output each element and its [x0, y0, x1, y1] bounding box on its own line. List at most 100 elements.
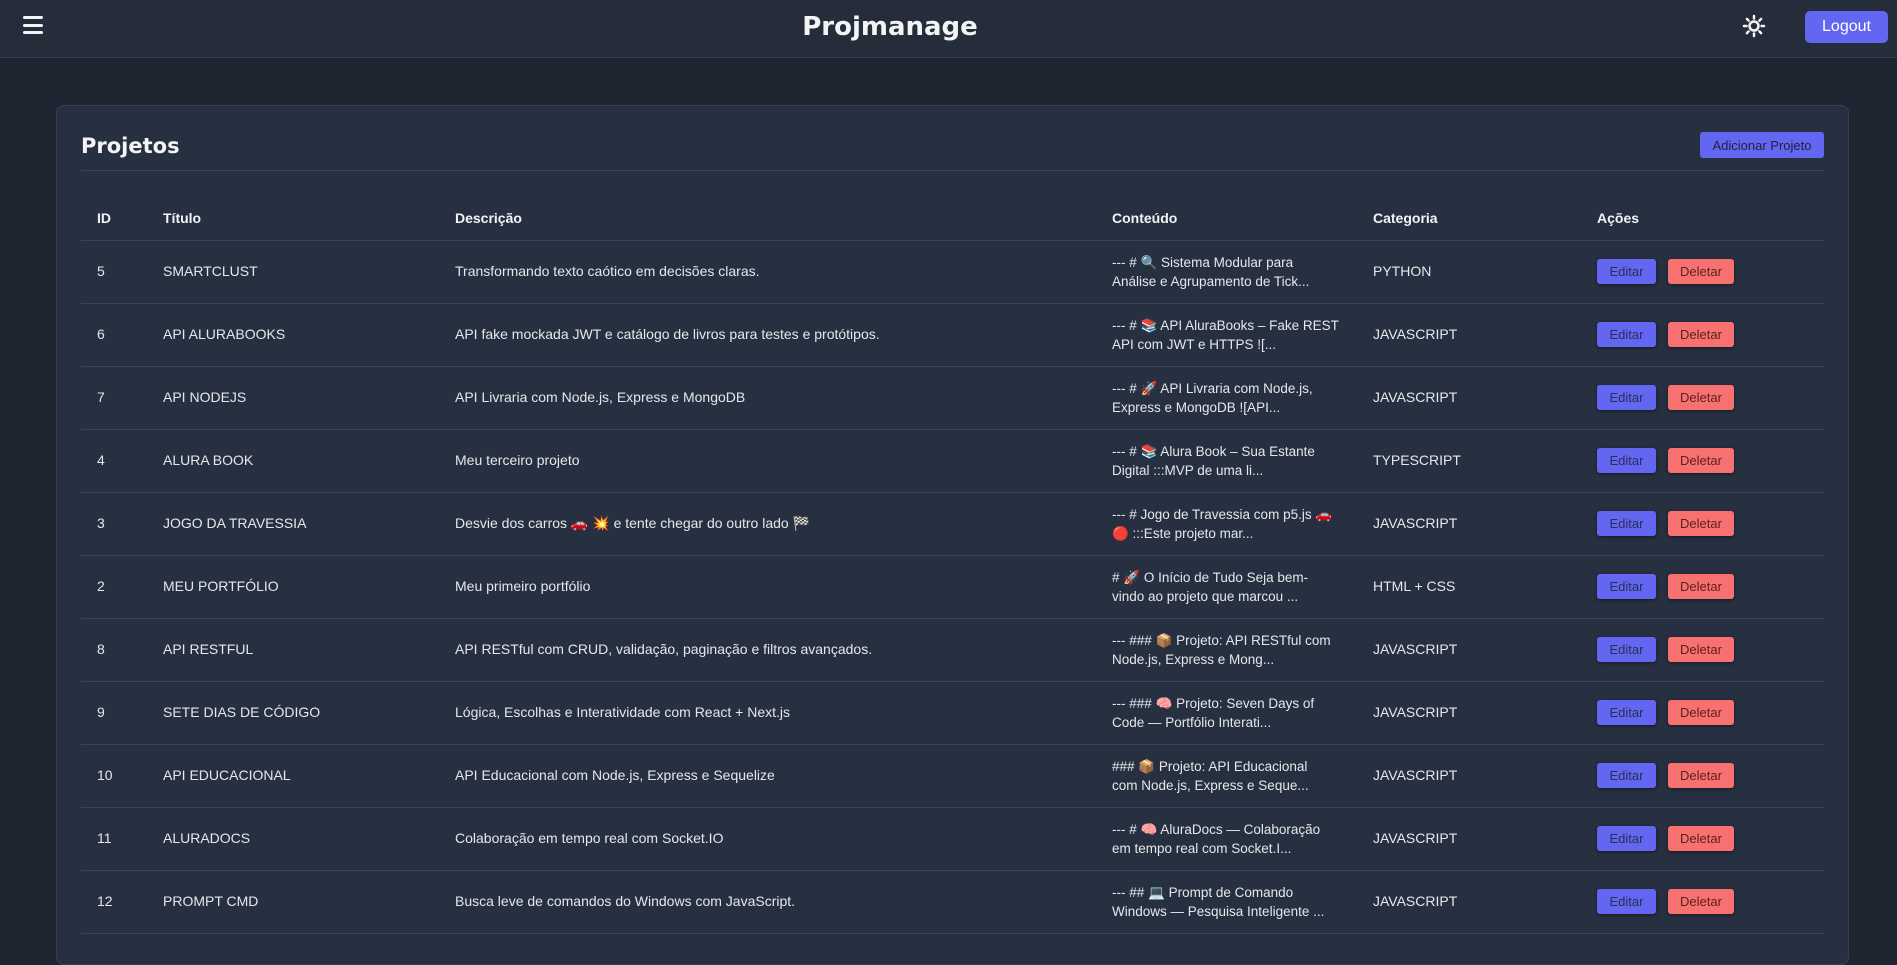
delete-button[interactable]: Deletar [1668, 322, 1734, 347]
page-title: Projetos [81, 134, 180, 158]
cell-actions: Editar Deletar [1581, 744, 1824, 808]
edit-button[interactable]: Editar [1597, 511, 1656, 536]
edit-button[interactable]: Editar [1597, 700, 1656, 725]
edit-button[interactable]: Editar [1597, 889, 1656, 914]
cell-content-line-1: --- ### 🧠 Projeto: Seven Days of [1112, 695, 1315, 711]
table-row: 10 API EDUCACIONAL API Educacional com Nod… [81, 744, 1824, 808]
cell-id: 12 [81, 870, 147, 934]
delete-button[interactable]: Deletar [1668, 763, 1734, 788]
divider [81, 170, 1824, 171]
cell-content-line-2: API com JWT e HTTPS ![... [1112, 336, 1277, 352]
delete-button[interactable]: Deletar [1668, 448, 1734, 473]
cell-title: API EDUCACIONAL [147, 744, 439, 808]
projects-table: ID Título Descrição Conteúdo Categoria A… [81, 196, 1824, 934]
cell-title: API RESTFUL [147, 618, 439, 682]
cell-category: JAVASCRIPT [1357, 744, 1581, 808]
cell-content-line-1: --- ## 💻 Prompt de Comando [1112, 884, 1294, 900]
table-header-row: ID Título Descrição Conteúdo Categoria A… [81, 196, 1824, 241]
cell-id: 6 [81, 303, 147, 367]
cell-content-line-1: --- # 📚 Alura Book – Sua Estante [1112, 443, 1315, 459]
edit-button[interactable]: Editar [1597, 763, 1656, 788]
cell-actions: Editar Deletar [1581, 303, 1824, 367]
cell-category: JAVASCRIPT [1357, 366, 1581, 430]
cell-category: TYPESCRIPT [1357, 429, 1581, 493]
cell-content: # 🚀 O Início de Tudo Seja bem-vindo ao p… [1096, 555, 1357, 619]
cell-title: ALURADOCS [147, 807, 439, 871]
cell-id: 7 [81, 366, 147, 430]
cell-title: JOGO DA TRAVESSIA [147, 492, 439, 556]
cell-id: 10 [81, 744, 147, 808]
cell-description: API Livraria com Node.js, Express e Mong… [439, 366, 1096, 430]
cell-description: Lógica, Escolhas e Interatividade com Re… [439, 681, 1096, 745]
edit-button[interactable]: Editar [1597, 574, 1656, 599]
cell-content: --- # 🚀 API Livraria com Node.js, Express… [1096, 366, 1357, 430]
cell-content: --- # 📚 API AluraBooks – Fake REST API co… [1096, 303, 1357, 367]
cell-content: --- # 🧠 AluraDocs — Colaboração em tempo … [1096, 807, 1357, 871]
column-header-description: Descrição [439, 196, 1096, 241]
cell-category: JAVASCRIPT [1357, 870, 1581, 934]
cell-actions: Editar Deletar [1581, 366, 1824, 430]
cell-category: HTML + CSS [1357, 555, 1581, 619]
edit-button[interactable]: Editar [1597, 385, 1656, 410]
cell-description: API fake mockada JWT e catálogo de livro… [439, 303, 1096, 367]
cell-category: JAVASCRIPT [1357, 681, 1581, 745]
table-row: 7 API NODEJS API Livraria com Node.js, Exp… [81, 366, 1824, 430]
column-header-content: Conteúdo [1096, 196, 1357, 241]
delete-button[interactable]: Deletar [1668, 700, 1734, 725]
cell-category: JAVASCRIPT [1357, 618, 1581, 682]
delete-button[interactable]: Deletar [1668, 259, 1734, 284]
sun-icon[interactable] [1742, 14, 1766, 38]
table-row: 9 SETE DIAS DE CÓDIGO Lógica, Escolhas e I… [81, 681, 1824, 745]
cell-content-line-2: Node.js, Express e Mong... [1112, 651, 1275, 667]
cell-actions: Editar Deletar [1581, 681, 1824, 745]
add-project-button[interactable]: Adicionar Projeto [1700, 132, 1824, 158]
cell-id: 11 [81, 807, 147, 871]
cell-content-line-2: em tempo real com Socket.I... [1112, 840, 1292, 856]
edit-button[interactable]: Editar [1597, 826, 1656, 851]
edit-button[interactable]: Editar [1597, 322, 1656, 347]
table-row: 3 JOGO DA TRAVESSIA Desvie dos carros 🚗 💥 … [81, 492, 1824, 556]
delete-button[interactable]: Deletar [1668, 385, 1734, 410]
column-header-title: Título [147, 196, 439, 241]
table-row: 5 SMARTCLUST Transformando texto caótico e… [81, 240, 1824, 304]
cell-actions: Editar Deletar [1581, 807, 1824, 871]
delete-button[interactable]: Deletar [1668, 574, 1734, 599]
cell-content: --- # Jogo de Travessia com p5.js 🚗 🔴 :::… [1096, 492, 1357, 556]
cell-content-line-2: 🔴 :::Este projeto mar... [1112, 525, 1254, 541]
cell-description: API RESTful com CRUD, validação, paginaç… [439, 618, 1096, 682]
cell-description: Meu terceiro projeto [439, 429, 1096, 493]
cell-description: Busca leve de comandos do Windows com Ja… [439, 870, 1096, 934]
cell-content-line-1: --- # 🔍 Sistema Modular para [1112, 254, 1294, 270]
edit-button[interactable]: Editar [1597, 448, 1656, 473]
delete-button[interactable]: Deletar [1668, 889, 1734, 914]
cell-category: PYTHON [1357, 240, 1581, 304]
cell-content: --- ### 📦 Projeto: API RESTful com Node.j… [1096, 618, 1357, 682]
column-header-actions: Ações [1581, 196, 1824, 241]
cell-title: MEU PORTFÓLIO [147, 555, 439, 619]
cell-content-line-2: Digital :::MVP de uma li... [1112, 462, 1264, 478]
delete-button[interactable]: Deletar [1668, 511, 1734, 536]
delete-button[interactable]: Deletar [1668, 826, 1734, 851]
cell-content-line-2: Express e MongoDB ![API... [1112, 399, 1281, 415]
cell-content: ### 📦 Projeto: API Educacional com Node.j… [1096, 744, 1357, 808]
edit-button[interactable]: Editar [1597, 259, 1656, 284]
cell-description: Desvie dos carros 🚗 💥 e tente chegar do … [439, 492, 1096, 556]
cell-title: SETE DIAS DE CÓDIGO [147, 681, 439, 745]
edit-button[interactable]: Editar [1597, 637, 1656, 662]
table-row: 2 MEU PORTFÓLIO Meu primeiro portfólio # 🚀 … [81, 555, 1824, 619]
app-title: Projmanage [802, 12, 978, 42]
cell-id: 8 [81, 618, 147, 682]
cell-title: API NODEJS [147, 366, 439, 430]
cell-content: --- ### 🧠 Projeto: Seven Days of Code — P… [1096, 681, 1357, 745]
cell-actions: Editar Deletar [1581, 492, 1824, 556]
logout-button[interactable]: Logout [1805, 11, 1888, 43]
column-header-category: Categoria [1357, 196, 1581, 241]
cell-id: 5 [81, 240, 147, 304]
cell-description: API Educacional com Node.js, Express e S… [439, 744, 1096, 808]
cell-id: 9 [81, 681, 147, 745]
cell-content: --- ## 💻 Prompt de Comando Windows — Pesq… [1096, 870, 1357, 934]
cell-actions: Editar Deletar [1581, 555, 1824, 619]
cell-content-line-1: --- ### 📦 Projeto: API RESTful com [1112, 632, 1331, 648]
cell-content-line-2: com Node.js, Express e Seque... [1112, 777, 1309, 793]
delete-button[interactable]: Deletar [1668, 637, 1734, 662]
